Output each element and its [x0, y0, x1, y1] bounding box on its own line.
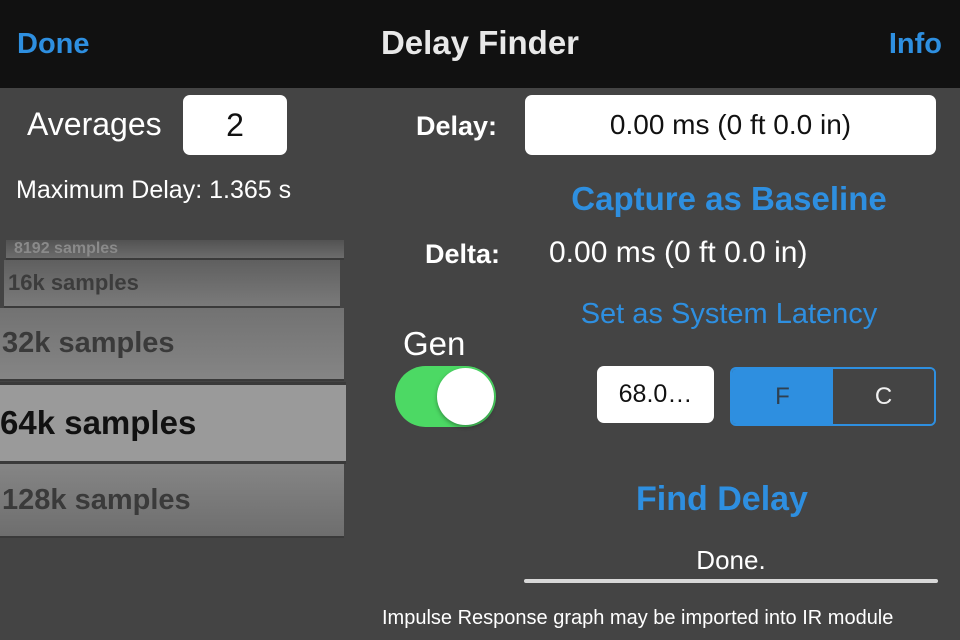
delay-label: Delay:	[416, 111, 498, 141]
set-system-latency-button[interactable]: Set as System Latency	[524, 298, 934, 331]
navigation-bar: Done Delay Finder Info	[0, 0, 960, 88]
gen-label: Gen	[403, 325, 466, 362]
sample-size-picker[interactable]: 8192 samples 16k samples 32k samples 64k…	[0, 240, 346, 540]
status-text: Done.	[696, 545, 766, 575]
progress-bar	[524, 579, 938, 583]
picker-item-64k-samples-selected[interactable]: 64k samples	[0, 382, 346, 464]
averages-field[interactable]: 2	[183, 95, 287, 155]
unit-c-segment[interactable]: C	[833, 369, 934, 424]
picker-item-32k-samples[interactable]: 32k samples	[0, 308, 344, 381]
page-title: Delay Finder	[380, 24, 580, 61]
find-delay-button[interactable]: Find Delay	[524, 480, 920, 519]
capture-as-baseline-button[interactable]: Capture as Baseline	[524, 180, 934, 218]
gen-toggle[interactable]	[395, 366, 496, 427]
picker-item-16k-samples[interactable]: 16k samples	[4, 260, 340, 308]
unit-f-segment[interactable]: F	[732, 369, 833, 424]
averages-label: Averages	[27, 106, 162, 142]
delay-value-field: 0.00 ms (0 ft 0.0 in)	[525, 95, 936, 155]
info-button[interactable]: Info	[889, 28, 942, 61]
delta-value: 0.00 ms (0 ft 0.0 in)	[549, 236, 808, 269]
footer-note: Impulse Response graph may be imported i…	[382, 607, 894, 629]
toggle-knob	[437, 368, 494, 425]
temperature-unit-segmented-control[interactable]: F C	[730, 367, 936, 426]
maximum-delay-text: Maximum Delay: 1.365 s	[16, 176, 292, 204]
picker-item-128k-samples[interactable]: 128k samples	[0, 464, 344, 538]
picker-item-8192-samples[interactable]: 8192 samples	[6, 240, 344, 260]
delta-label: Delta:	[425, 239, 501, 269]
temperature-field[interactable]: 68.0…	[597, 366, 714, 423]
